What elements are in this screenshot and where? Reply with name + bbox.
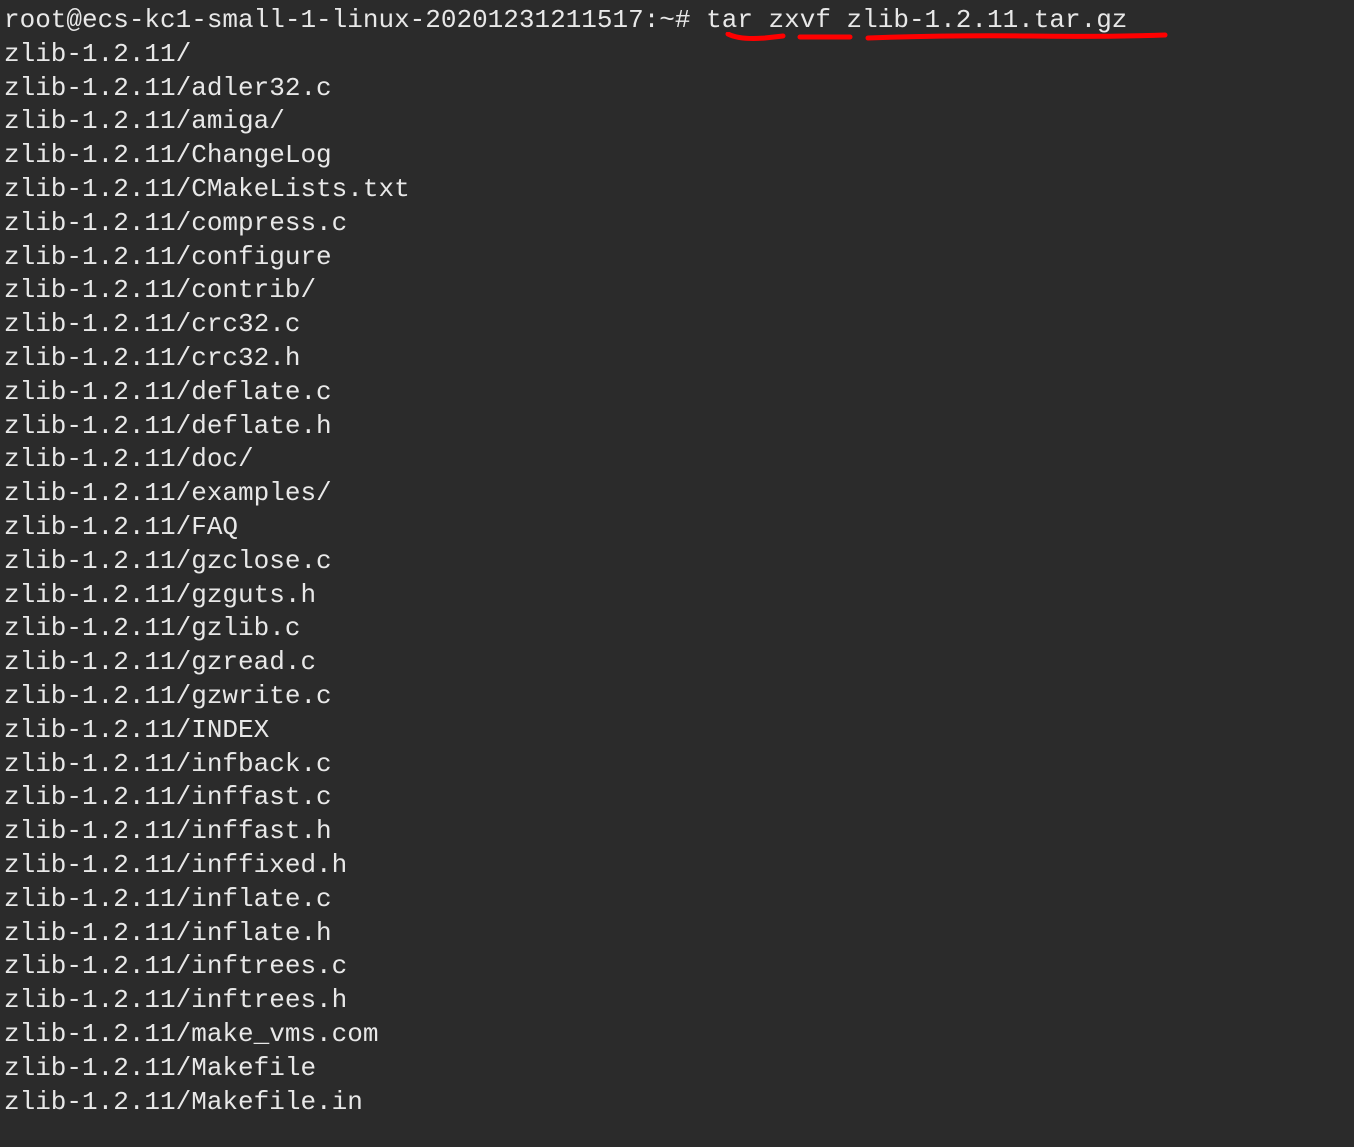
terminal-output-line: zlib-1.2.11/inffixed.h: [4, 849, 1350, 883]
terminal-output-line: zlib-1.2.11/amiga/: [4, 105, 1350, 139]
shell-command: tar zxvf zlib-1.2.11.tar.gz: [706, 5, 1127, 35]
shell-prompt: root@ecs-kc1-small-1-linux-2020123121151…: [4, 5, 706, 35]
terminal-output-line: zlib-1.2.11/deflate.c: [4, 376, 1350, 410]
terminal-output-line: zlib-1.2.11/gzread.c: [4, 646, 1350, 680]
terminal-output-line: zlib-1.2.11/: [4, 38, 1350, 72]
terminal-output-line: zlib-1.2.11/inffast.c: [4, 781, 1350, 815]
terminal-prompt-line[interactable]: root@ecs-kc1-small-1-linux-2020123121151…: [4, 4, 1350, 38]
terminal-output-line: zlib-1.2.11/configure: [4, 241, 1350, 275]
terminal-output-line: zlib-1.2.11/Makefile: [4, 1052, 1350, 1086]
terminal-output-line: zlib-1.2.11/CMakeLists.txt: [4, 173, 1350, 207]
terminal-output-line: zlib-1.2.11/inftrees.h: [4, 984, 1350, 1018]
terminal-output-line: zlib-1.2.11/inffast.h: [4, 815, 1350, 849]
terminal-output-line: zlib-1.2.11/FAQ: [4, 511, 1350, 545]
terminal-output-line: zlib-1.2.11/make_vms.com: [4, 1018, 1350, 1052]
terminal-output-line: zlib-1.2.11/doc/: [4, 443, 1350, 477]
terminal-output-line: zlib-1.2.11/INDEX: [4, 714, 1350, 748]
terminal-output-line: zlib-1.2.11/crc32.h: [4, 342, 1350, 376]
terminal-output-line: zlib-1.2.11/deflate.h: [4, 410, 1350, 444]
terminal-output-line: zlib-1.2.11/inflate.h: [4, 917, 1350, 951]
terminal-output-line: zlib-1.2.11/inflate.c: [4, 883, 1350, 917]
terminal-output-line: zlib-1.2.11/Makefile.in: [4, 1086, 1350, 1120]
terminal-output-line: zlib-1.2.11/gzlib.c: [4, 612, 1350, 646]
terminal-output-line: zlib-1.2.11/crc32.c: [4, 308, 1350, 342]
terminal-output-line: zlib-1.2.11/compress.c: [4, 207, 1350, 241]
terminal-output-line: zlib-1.2.11/ChangeLog: [4, 139, 1350, 173]
terminal-output-line: zlib-1.2.11/gzguts.h: [4, 579, 1350, 613]
terminal-output-line: zlib-1.2.11/gzwrite.c: [4, 680, 1350, 714]
terminal-output-line: zlib-1.2.11/infback.c: [4, 748, 1350, 782]
terminal-output-line: zlib-1.2.11/contrib/: [4, 274, 1350, 308]
terminal-output-line: zlib-1.2.11/gzclose.c: [4, 545, 1350, 579]
terminal-output-line: zlib-1.2.11/adler32.c: [4, 72, 1350, 106]
terminal-output: zlib-1.2.11/zlib-1.2.11/adler32.czlib-1.…: [4, 38, 1350, 1120]
terminal-output-line: zlib-1.2.11/inftrees.c: [4, 950, 1350, 984]
terminal-output-line: zlib-1.2.11/examples/: [4, 477, 1350, 511]
